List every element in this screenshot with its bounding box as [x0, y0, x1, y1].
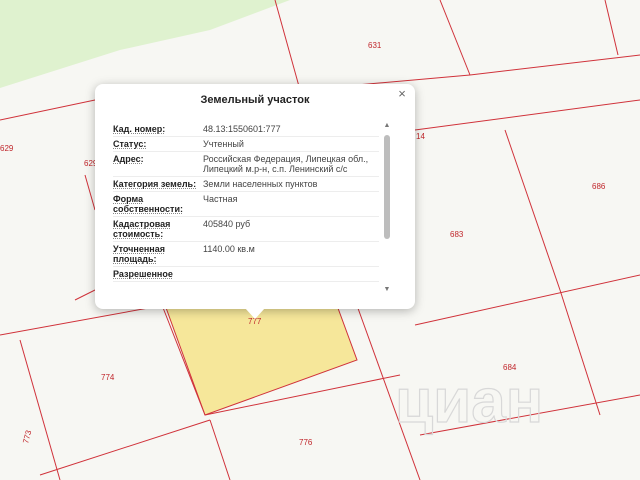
detail-value: Частная [203, 194, 238, 204]
detail-row-land-category: Категория земель: Земли населенных пункт… [113, 177, 379, 192]
detail-label: Категория земель: [113, 179, 197, 189]
detail-value: Земли населенных пунктов [203, 179, 318, 189]
detail-row-area: Уточненная площадь: 1140.00 кв.м [113, 242, 379, 267]
parcel-number: 629 [0, 144, 14, 153]
detail-value: 48.13:1550601:777 [203, 124, 281, 134]
scrollbar-thumb[interactable] [384, 135, 390, 239]
detail-value [203, 267, 379, 281]
parcel-number: 14 [416, 132, 425, 141]
parcel-number: 631 [368, 41, 382, 50]
parcel-number: 683 [450, 230, 464, 239]
scroll-up-arrow-icon[interactable]: ▲ [383, 122, 391, 130]
parcel-number: 776 [299, 438, 313, 447]
detail-row-cadastral-number: Кад. номер: 48.13:1550601:777 [113, 122, 379, 137]
detail-label: Форма собственности: [113, 194, 183, 214]
parcel-info-popup: Земельный участок × Кад. номер: 48.13:15… [95, 84, 415, 319]
detail-row-cadastral-value: Кадастровая стоимость: 405840 руб [113, 217, 379, 242]
detail-label: Уточненная площадь: [113, 244, 165, 264]
watermark-logo: циан [395, 367, 543, 436]
detail-value: 1140.00 кв.м [203, 244, 255, 254]
parcel-details-list[interactable]: Кад. номер: 48.13:1550601:777 Статус: Уч… [113, 122, 379, 300]
detail-row-permitted-use: Разрешенное [113, 267, 379, 282]
detail-label: Кад. номер: [113, 124, 166, 134]
detail-row-status: Статус: Учтенный [113, 137, 379, 152]
detail-row-address: Адрес: Российская Федерация, Липецкая об… [113, 152, 379, 177]
detail-label: Статус: [113, 139, 147, 149]
detail-value: Учтенный [203, 139, 244, 149]
close-icon[interactable]: × [395, 87, 409, 101]
detail-value: Российская Федерация, Липецкая обл., Лип… [203, 154, 369, 174]
detail-label: Кадастровая стоимость: [113, 219, 171, 239]
detail-row-ownership: Форма собственности: Частная [113, 192, 379, 217]
scroll-down-arrow-icon[interactable]: ▼ [383, 286, 391, 294]
detail-label: Разрешенное [113, 269, 173, 279]
detail-value: 405840 руб [203, 219, 251, 229]
popup-title: Земельный участок [200, 94, 310, 106]
parcel-number: 686 [592, 182, 606, 191]
details-scrollbar[interactable]: ▲ ▼ [383, 122, 391, 294]
parcel-number: 774 [101, 373, 115, 382]
detail-label: Адрес: [113, 154, 144, 164]
